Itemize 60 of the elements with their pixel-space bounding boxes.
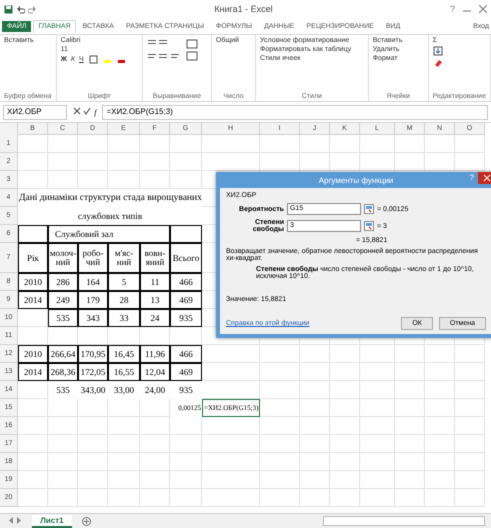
cancel-icon[interactable] <box>73 107 81 115</box>
spreadsheet-cell[interactable]: 2010 <box>18 273 48 291</box>
spreadsheet-cell[interactable]: 286 <box>48 273 78 291</box>
collapse-dialog-icon[interactable] <box>364 204 374 214</box>
spreadsheet-cell[interactable]: робо-чий <box>78 243 108 273</box>
spreadsheet-cell[interactable]: 535 <box>48 309 78 327</box>
horizontal-scrollbar[interactable] <box>323 516 485 526</box>
spreadsheet-cell[interactable]: 12,04 <box>140 363 170 381</box>
enter-icon[interactable] <box>83 107 92 115</box>
collapse-dialog-icon[interactable] <box>364 221 374 231</box>
spreadsheet-cell[interactable]: 170,95 <box>78 345 108 363</box>
spreadsheet-cell[interactable]: 16,45 <box>108 345 140 363</box>
spreadsheet-cell[interactable]: 24 <box>140 309 170 327</box>
previous-sheet-icon[interactable] <box>8 516 14 524</box>
spreadsheet-cell[interactable]: 266,64 <box>48 345 78 363</box>
select-all-corner[interactable] <box>0 123 18 136</box>
spreadsheet-cell[interactable]: 13 <box>140 291 170 309</box>
spreadsheet-cell[interactable]: 11 <box>140 273 170 291</box>
spreadsheet-cell[interactable]: 164 <box>78 273 108 291</box>
spreadsheet-cell[interactable]: 466 <box>170 273 202 291</box>
spreadsheet-cell[interactable] <box>170 225 202 243</box>
fill-icon[interactable] <box>432 46 443 56</box>
close-icon[interactable] <box>479 5 487 13</box>
undo-icon[interactable] <box>16 4 25 14</box>
add-sheet-icon[interactable] <box>82 516 91 526</box>
spreadsheet-cell[interactable]: 11,96 <box>140 345 170 363</box>
spreadsheet-cell[interactable]: 343 <box>78 309 108 327</box>
spreadsheet-cell[interactable]: 268,36 <box>48 363 78 381</box>
insert-function-button[interactable]: f <box>94 108 96 117</box>
spreadsheet-cell[interactable]: 469 <box>170 363 202 381</box>
spreadsheet-cell[interactable]: м'яс-ний <box>108 243 140 273</box>
spreadsheet-cell[interactable]: 935 <box>170 309 202 327</box>
spreadsheet-cell[interactable]: 469 <box>170 291 202 309</box>
next-sheet-icon[interactable] <box>16 516 22 524</box>
name-box[interactable]: ХИ2.ОБР <box>3 104 67 120</box>
spreadsheet-cell[interactable]: 5 <box>108 273 140 291</box>
sheet-tab[interactable]: Лист1 <box>32 514 72 528</box>
spreadsheet-cell[interactable]: 2014 <box>18 363 48 381</box>
spreadsheet-cell[interactable]: Всього <box>170 243 202 273</box>
spreadsheet-cell[interactable]: Рік <box>18 243 48 273</box>
redo-icon[interactable] <box>28 4 37 14</box>
spreadsheet-cell[interactable]: 172,05 <box>78 363 108 381</box>
spreadsheet-cell[interactable]: 16,55 <box>108 363 140 381</box>
spreadsheet-cell[interactable]: 179 <box>78 291 108 309</box>
spreadsheet-cell[interactable] <box>18 225 48 243</box>
spreadsheet-cell[interactable]: 249 <box>48 291 78 309</box>
spreadsheet-cell[interactable]: Службовий зал <box>48 225 170 243</box>
help-button[interactable]: ? <box>450 4 455 14</box>
spreadsheet-cell[interactable]: молоч-ний <box>48 243 78 273</box>
save-icon[interactable] <box>4 4 13 14</box>
dialog-title: Аргументы функции <box>318 176 394 184</box>
eraser-icon[interactable] <box>432 58 443 68</box>
window-title: Книга1 - Excel <box>213 4 274 14</box>
spreadsheet-cell[interactable]: 2010 <box>18 345 48 363</box>
spreadsheet-cell[interactable]: 33 <box>108 309 140 327</box>
spreadsheet-cell[interactable]: вовн-яний <box>140 243 170 273</box>
formula-field[interactable]: =ХИ2.ОБР(G15;3) <box>102 104 488 120</box>
spreadsheet-cell[interactable]: 466 <box>170 345 202 363</box>
spreadsheet-cell[interactable]: 2014 <box>18 291 48 309</box>
spreadsheet-cell[interactable]: 28 <box>108 291 140 309</box>
